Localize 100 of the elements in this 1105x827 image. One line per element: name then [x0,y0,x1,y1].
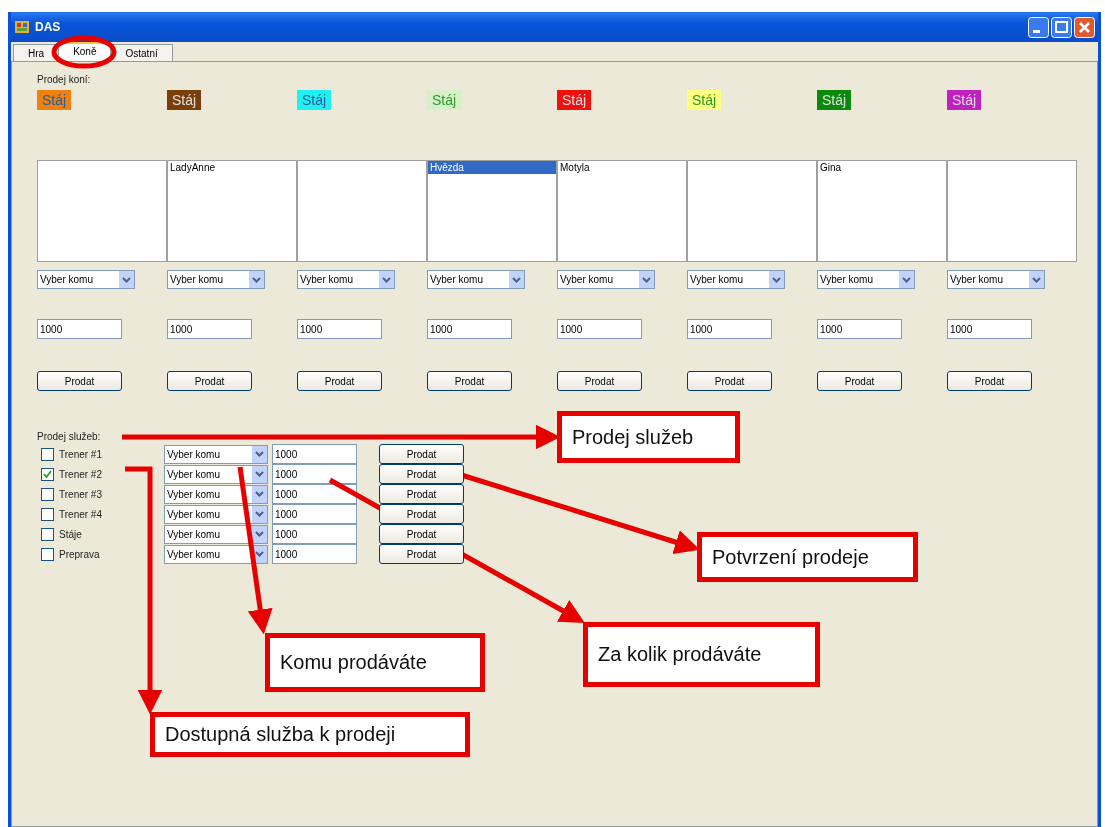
horse-list[interactable] [947,160,1077,262]
chevron-down-icon [122,276,131,283]
minimize-button[interactable] [1028,16,1049,38]
stable-label: Stáj [427,90,462,110]
buyer-dropdown[interactable]: Vyber komu [164,444,268,464]
checkbox-label: Trener #2 [59,468,102,480]
price-field[interactable]: 1000 [557,319,642,339]
chevron-down-icon [255,551,264,557]
price-field[interactable]: 1000 [37,319,122,339]
horse-list[interactable]: LadyAnne [167,160,297,262]
price-field[interactable]: 1000 [687,319,772,339]
horse-list[interactable]: Gina [817,160,947,262]
stable-label: Stáj [557,90,592,110]
checkbox-label: Trener #3 [59,488,102,500]
buyer-dropdown[interactable]: Vyber komu [427,270,525,289]
callout-label: Prodej služeb [557,411,740,463]
sell-button[interactable]: Prodat [379,464,464,484]
buyer-dropdown[interactable]: Vyber komu [947,270,1045,289]
price-field[interactable]: 1000 [817,319,902,339]
buyer-dropdown[interactable]: Vyber komu [817,270,915,289]
chevron-down-icon [642,276,651,283]
horse-item[interactable]: Hvězda [428,161,556,174]
app-icon [14,19,30,35]
price-field[interactable]: 1000 [272,484,357,504]
horse-list[interactable] [297,160,427,262]
sell-button[interactable]: Prodat [427,371,512,391]
buyer-dropdown[interactable]: Vyber komu [164,544,268,564]
price-field[interactable]: 1000 [272,544,357,564]
buyer-dropdown[interactable]: Vyber komu [164,504,268,524]
sell-button[interactable]: Prodat [379,504,464,524]
chevron-down-icon [255,511,264,517]
price-field[interactable]: 1000 [272,524,357,544]
stable-label: Stáj [167,90,202,110]
chevron-down-icon [255,491,264,497]
sell-button[interactable]: Prodat [947,371,1032,391]
horse-item[interactable]: Motyla [558,161,686,174]
checkbox[interactable] [41,527,54,541]
chevron-down-icon [1032,276,1041,283]
horse-item[interactable]: LadyAnne [168,161,296,174]
price-field[interactable]: 1000 [167,319,252,339]
price-field[interactable]: 1000 [272,504,357,524]
price-field[interactable]: 1000 [272,444,357,464]
tab[interactable]: Hra [13,44,60,61]
chevron-down-icon [255,471,264,477]
buyer-dropdown[interactable]: Vyber komu [37,270,135,289]
sell-button[interactable]: Prodat [167,371,252,391]
stable-label: Stáj [37,90,72,110]
checkbox[interactable] [41,447,54,461]
buyer-dropdown[interactable]: Vyber komu [297,270,395,289]
checkbox-label: Trener #4 [59,508,102,520]
buyer-dropdown[interactable]: Vyber komu [164,484,268,504]
window-title: DAS [35,20,61,34]
checkbox[interactable] [41,467,54,481]
section-label: Prodej koní: [37,74,91,85]
price-field[interactable]: 1000 [297,319,382,339]
stable-label: Stáj [817,90,852,110]
sell-button[interactable]: Prodat [379,524,464,544]
horse-list[interactable] [37,160,167,262]
tab[interactable]: Ostatní [110,44,173,61]
chevron-down-icon [252,276,261,283]
chevron-down-icon [772,276,781,283]
price-field[interactable]: 1000 [272,464,357,484]
buyer-dropdown[interactable]: Vyber komu [164,524,268,544]
sell-button[interactable]: Prodat [297,371,382,391]
chevron-down-icon [902,276,911,283]
horse-item[interactable]: Gina [818,161,946,174]
stable-label: Stáj [297,90,332,110]
sell-button[interactable]: Prodat [379,444,464,464]
chevron-down-icon [512,276,521,283]
sell-button[interactable]: Prodat [379,544,464,564]
checkbox-label: Trener #1 [59,448,102,460]
checkbox[interactable] [41,547,54,561]
chevron-down-icon [382,276,391,283]
buyer-dropdown[interactable]: Vyber komu [164,464,268,484]
chevron-down-icon [255,531,264,537]
callout-label: Potvrzení prodeje [697,532,918,582]
horse-list[interactable]: Motyla [557,160,687,262]
horse-list[interactable] [687,160,817,262]
buyer-dropdown[interactable]: Vyber komu [687,270,785,289]
sell-button[interactable]: Prodat [817,371,902,391]
price-field[interactable]: 1000 [427,319,512,339]
checkbox[interactable] [41,507,54,521]
callout-label: Dostupná služba k prodeji [150,712,470,757]
sell-button[interactable]: Prodat [37,371,122,391]
maximize-button[interactable] [1051,16,1072,38]
sell-button[interactable]: Prodat [557,371,642,391]
section-label: Prodej služeb: [37,431,101,442]
buyer-dropdown[interactable]: Vyber komu [557,270,655,289]
price-field[interactable]: 1000 [947,319,1032,339]
checkbox-label: Stáje [59,528,82,540]
sell-button[interactable]: Prodat [379,484,464,504]
chevron-down-icon [255,451,264,457]
highlight-ellipse [51,35,117,69]
checkbox-label: Preprava [59,548,100,560]
callout-label: Komu prodáváte [265,633,485,692]
checkbox[interactable] [41,487,54,501]
buyer-dropdown[interactable]: Vyber komu [167,270,265,289]
close-button[interactable] [1074,16,1095,38]
sell-button[interactable]: Prodat [687,371,772,391]
horse-list[interactable]: Hvězda [427,160,557,262]
